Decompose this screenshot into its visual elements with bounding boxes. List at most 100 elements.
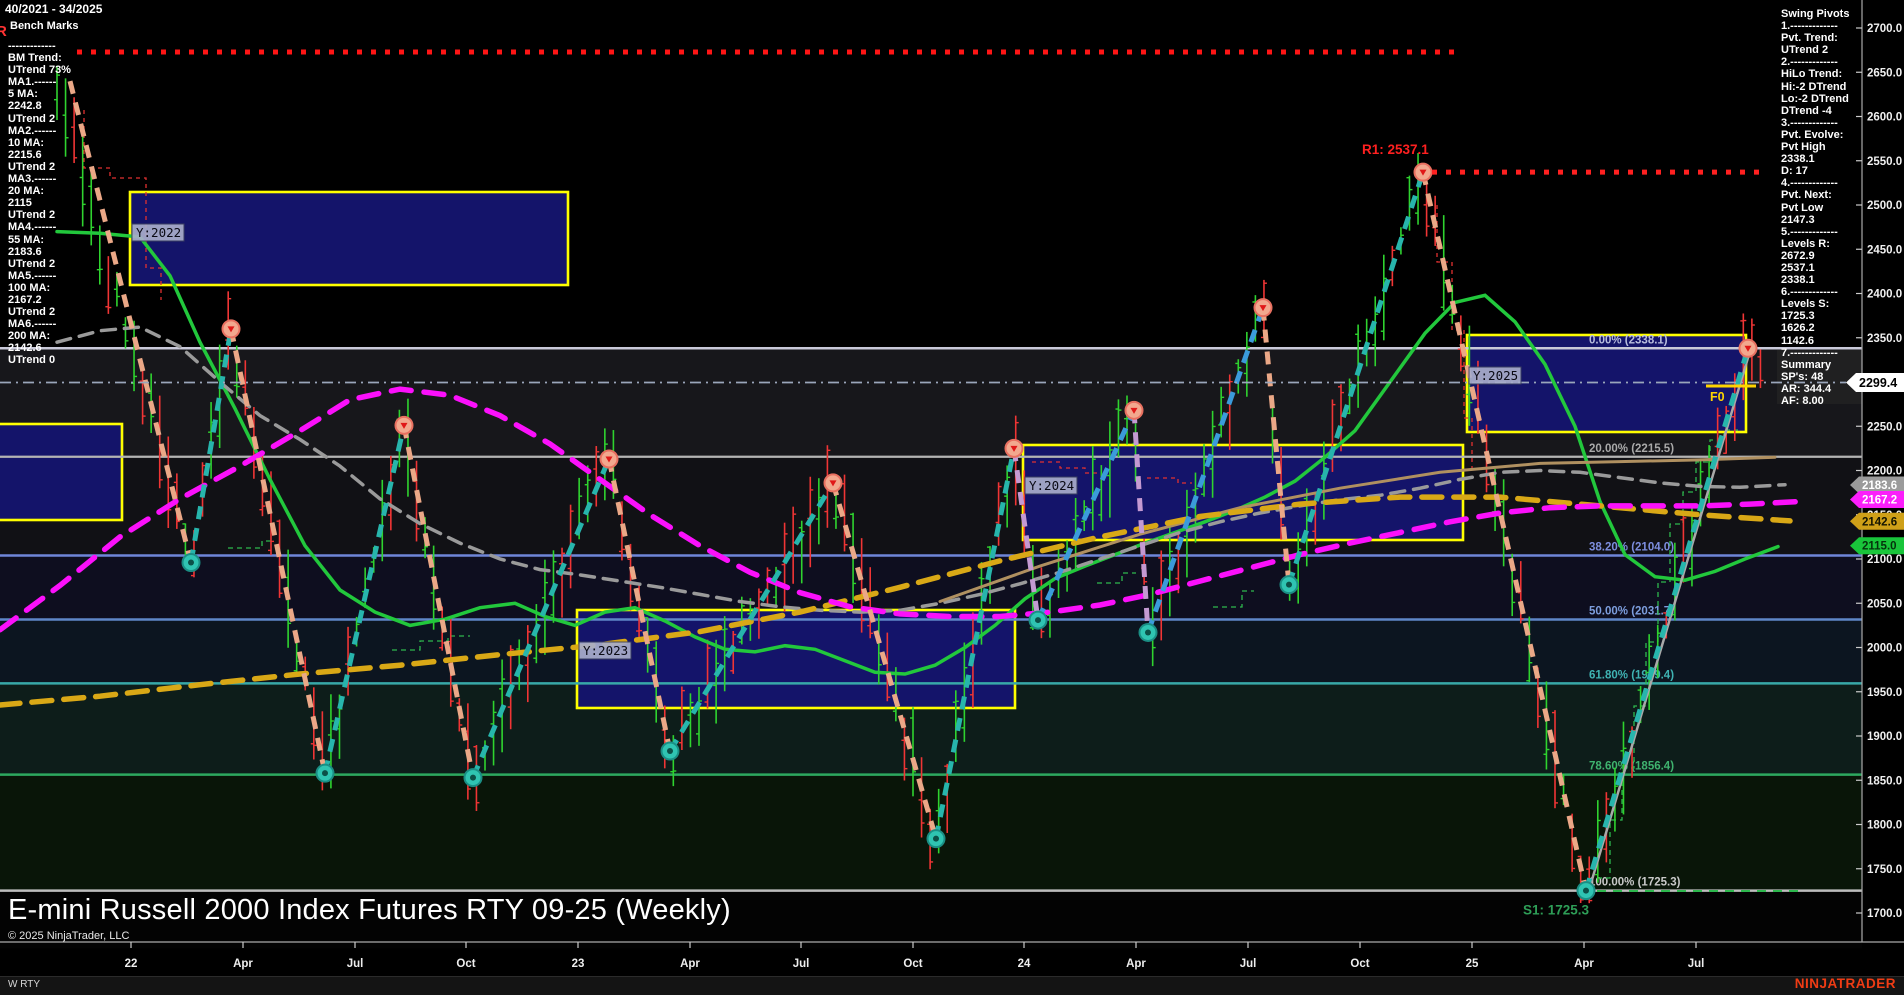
benchmarks-panel-line: 2115 [8, 197, 32, 210]
swing-pivots-panel-line: 1626.2 [1781, 322, 1815, 335]
price-tick-label: 2450.0 [1867, 244, 1902, 256]
swing-pivots-panel-line: Levels R: [1781, 237, 1830, 250]
price-tick-label: 2050.0 [1867, 598, 1902, 610]
benchmarks-panel-line: MA5.------ [8, 269, 57, 282]
resistance-label: R1: 2537.1 [1362, 142, 1429, 157]
f0-marker-label: F0 [1710, 390, 1725, 404]
swing-low-dot-icon [1583, 887, 1589, 894]
date-range-label: 40/2021 - 34/2025 [5, 2, 103, 16]
ma-price-tag-label: 2183.6 [1862, 480, 1897, 492]
swing-pivots-panel-line: Pvt. Trend: [1781, 32, 1838, 45]
swing-pivots-panel-line: Summary [1781, 358, 1832, 371]
benchmarks-panel-line: ------------- [8, 40, 56, 52]
support-label: S1: 1725.3 [1523, 903, 1590, 918]
swing-pivots-panel-line: Lo:-2 DTrend [1781, 92, 1849, 105]
swing-pivots-panel-line: 2338.1 [1781, 153, 1815, 166]
swing-pivots-panel-line: 1.------------- [1781, 20, 1838, 33]
benchmarks-panel-line: 2215.6 [8, 148, 42, 161]
time-tick-label: Jul [347, 958, 364, 970]
fib-level-label: 61.80% (1959.4) [1589, 669, 1674, 681]
instrument-title-block: E-mini Russell 2000 Index Futures RTY 09… [8, 894, 731, 942]
price-tick-label: 2600.0 [1867, 112, 1902, 124]
swing-pivots-panel-line: 1725.3 [1781, 310, 1815, 323]
benchmarks-panel-line: MA3.------ [8, 173, 57, 186]
swing-low-dot-icon [933, 835, 939, 842]
swing-pivots-panel-line: Levels S: [1781, 298, 1830, 311]
swing-pivots-panel-line: 1142.6 [1781, 334, 1815, 347]
swing-pivots-panel-line: 5.------------- [1781, 225, 1838, 238]
swing-pivots-panel-line: Pvt Low [1781, 201, 1824, 214]
benchmarks-panel-line: 2167.2 [8, 293, 42, 306]
swing-pivots-panel-line: D: 17 [1781, 165, 1808, 178]
swing-pivots-panel-line: Swing Pivots [1781, 8, 1850, 20]
copyright-notice: © 2025 NinjaTrader, LLC [8, 930, 130, 942]
year-box-label: Y:2023 [583, 643, 628, 658]
price-tick-label: 2400.0 [1867, 289, 1902, 301]
price-tick-label: 1950.0 [1867, 687, 1902, 699]
time-tick-label: Oct [456, 958, 475, 970]
benchmarks-panel-line: 55 MA: [8, 233, 45, 246]
benchmarks-panel-line: UTrend 2 [8, 209, 56, 222]
price-tick-label: 1850.0 [1867, 775, 1902, 787]
year-range-box[interactable] [0, 422, 124, 522]
time-tick-label: Apr [1574, 958, 1594, 970]
workspace-tab-bar [0, 976, 1904, 995]
benchmarks-panel-line: 100 MA: [8, 281, 51, 294]
fib-level-label: 38.20% (2104.0) [1589, 541, 1674, 553]
benchmarks-panel-line: MA6.------ [8, 318, 57, 331]
price-tick-label: 2550.0 [1867, 156, 1902, 168]
swing-pivots-panel-line: Hi:-2 DTrend [1781, 80, 1847, 93]
price-tick-label: 1800.0 [1867, 820, 1902, 832]
benchmarks-panel-line: BM Trend: [8, 52, 62, 65]
benchmarks-panel-line: MA4.------ [8, 221, 57, 234]
swing-low-dot-icon [1286, 581, 1292, 588]
fib-level-label: 50.00% (2031.7) [1589, 605, 1674, 617]
ninjatrader-logo: NINJATRADER [1794, 976, 1896, 991]
swing-pivots-panel-line: 7.------------- [1781, 346, 1838, 359]
time-tick-label: Apr [1126, 958, 1146, 970]
price-tick-label: 1700.0 [1867, 908, 1902, 920]
benchmarks-panel-line: 2183.6 [8, 245, 42, 258]
swing-low-dot-icon [667, 748, 673, 755]
benchmarks-panel: ------------- BM Trend: UTrend 73% MA1.----… [8, 40, 71, 367]
swing-low-dot-icon [470, 774, 476, 781]
time-tick-label: Jul [793, 958, 810, 970]
swing-pivots-panel: Swing Pivots 1.------------- Pvt. Trend: UT… [1781, 8, 1849, 407]
swing-low-dot-icon [322, 770, 328, 777]
benchmarks-panel-line: MA2.------ [8, 124, 57, 137]
swing-pivots-panel-line: Pvt. Evolve: [1781, 128, 1844, 141]
swing-low-dot-icon [1145, 629, 1151, 636]
benchmarks-panel-line: 5 MA: [8, 88, 38, 101]
benchmarks-panel-line: 200 MA: [8, 330, 51, 343]
time-tick-label: Oct [1350, 958, 1369, 970]
time-tick-label: Apr [233, 958, 253, 970]
region-marker: R [0, 23, 7, 40]
current-price-tag-label: 2299.4 [1859, 376, 1897, 390]
swing-pivots-panel-line: AF: 8.00 [1781, 395, 1824, 407]
ma-price-tag-label: 2142.6 [1862, 516, 1897, 528]
chart-canvas[interactable]: 0.00% (2338.1) 20.00% (2215.5) 38.20% (210… [0, 0, 1904, 994]
swing-low-dot-icon [1035, 617, 1041, 624]
price-tick-label: 1750.0 [1867, 864, 1902, 876]
swing-pivots-panel-line: SP's: 48 [1781, 370, 1824, 383]
swing-pivots-panel-line: DTrend -4 [1781, 104, 1832, 117]
year-range-box[interactable] [128, 190, 570, 287]
fib-level-label: 0.00% (2338.1) [1589, 334, 1668, 346]
swing-pivots-panel-line: UTrend 2 [1781, 44, 1829, 57]
fib-level-label: 100.00% (1725.3) [1589, 877, 1681, 889]
time-tick-label: Apr [680, 958, 700, 970]
ma-price-tag-label: 2167.2 [1862, 495, 1897, 507]
benchmarks-indicator-label: Bench Marks [10, 20, 79, 32]
swing-pivots-panel-line: 2537.1 [1781, 261, 1815, 274]
swing-low-dot-icon [188, 559, 194, 566]
chart-title: E-mini Russell 2000 Index Futures RTY 09… [8, 894, 731, 926]
time-tick-label: 22 [125, 958, 138, 970]
year-range-box[interactable] [575, 608, 1017, 710]
benchmarks-panel-line: UTrend 73% [8, 64, 71, 77]
swing-pivots-panel-line: 4.------------- [1781, 177, 1838, 190]
benchmarks-panel-line: 10 MA: [8, 136, 45, 149]
ma-price-tag-label: 2115.0 [1862, 541, 1897, 553]
price-tick-label: 2100.0 [1867, 554, 1902, 566]
price-tick-label: 2350.0 [1867, 333, 1902, 345]
workspace-tab-label[interactable]: W RTY [8, 979, 40, 990]
